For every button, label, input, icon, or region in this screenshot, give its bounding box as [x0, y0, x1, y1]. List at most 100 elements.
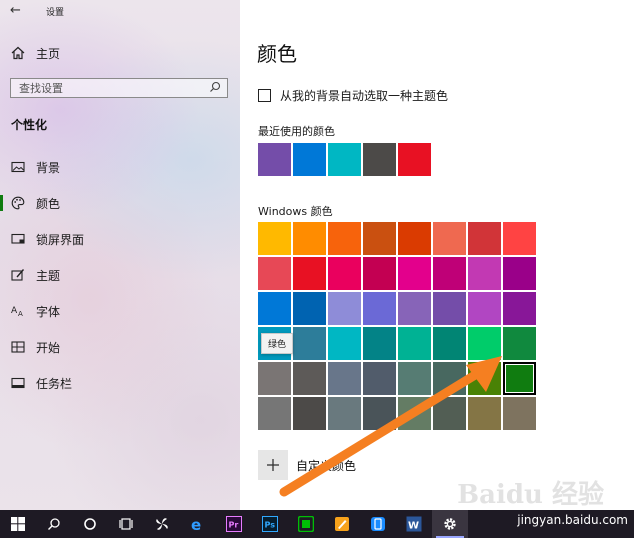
color-swatch[interactable] [258, 292, 291, 325]
search-input[interactable] [11, 79, 204, 97]
start-grid-icon [10, 339, 26, 355]
iqiyi-app-button[interactable] [288, 510, 324, 538]
edge-browser-icon: e [191, 516, 201, 532]
custom-color-option[interactable]: 自定义颜色 [258, 450, 356, 480]
search-icon[interactable] [209, 81, 221, 96]
settings-app-button[interactable] [432, 510, 468, 538]
color-swatch[interactable] [363, 327, 396, 360]
color-swatch[interactable] [398, 257, 431, 290]
color-swatch[interactable] [293, 292, 326, 325]
color-swatch[interactable] [468, 362, 501, 395]
color-swatch[interactable] [503, 257, 536, 290]
color-swatch[interactable] [468, 327, 501, 360]
phone-app-icon [371, 517, 385, 531]
color-swatch[interactable] [328, 292, 361, 325]
color-swatch[interactable] [398, 292, 431, 325]
recent-color-swatch[interactable] [363, 143, 396, 176]
word-app-button[interactable]: W [396, 510, 432, 538]
start-button[interactable] [0, 510, 36, 538]
color-swatch[interactable] [468, 397, 501, 430]
settings-gear-icon [444, 518, 456, 530]
auto-accent-option[interactable]: 从我的背景自动选取一种主题色 [258, 87, 448, 104]
color-swatch[interactable] [328, 327, 361, 360]
plus-icon [267, 459, 279, 471]
pinwheel-app-button[interactable] [144, 510, 180, 538]
color-tooltip: 绿色 [261, 333, 294, 354]
sidebar-item-label: 开始 [36, 340, 61, 355]
color-swatch[interactable] [468, 222, 501, 255]
sidebar-item-background[interactable]: 背景 [0, 152, 240, 182]
color-swatch[interactable] [503, 292, 536, 325]
add-custom-color-button[interactable] [258, 450, 288, 480]
taskbar-search-button[interactable] [36, 510, 72, 538]
recent-color-swatch[interactable] [328, 143, 361, 176]
paint-app-button[interactable] [324, 510, 360, 538]
recent-color-swatch[interactable] [258, 143, 291, 176]
brush-icon [10, 267, 26, 283]
color-swatch[interactable] [398, 362, 431, 395]
sidebar-item-fonts[interactable]: AA 字体 [0, 296, 240, 326]
back-arrow-icon[interactable]: ← [10, 3, 21, 18]
color-swatch[interactable] [328, 362, 361, 395]
color-swatch[interactable] [433, 292, 466, 325]
color-swatch[interactable] [433, 222, 466, 255]
color-swatch[interactable] [503, 397, 536, 430]
auto-accent-checkbox[interactable] [258, 89, 271, 102]
sidebar-item-taskbar[interactable]: 任务栏 [0, 368, 240, 398]
edge-browser-button[interactable]: e [180, 510, 216, 538]
color-swatch[interactable] [433, 397, 466, 430]
color-swatch[interactable] [328, 222, 361, 255]
baidu-watermark: Baidu 经验 [457, 474, 604, 511]
color-swatch[interactable] [503, 327, 536, 360]
svg-text:Pr: Pr [229, 521, 239, 530]
color-swatch[interactable] [398, 327, 431, 360]
page-title: 颜色 [257, 42, 297, 66]
color-swatch[interactable] [363, 222, 396, 255]
sidebar-item-start[interactable]: 开始 [0, 332, 240, 362]
color-swatch[interactable] [258, 397, 291, 430]
color-swatch[interactable] [328, 257, 361, 290]
settings-sidebar: ← 设置 主页 个性化 背景 颜色 锁屏界面 主 [0, 0, 240, 510]
color-swatch[interactable] [258, 362, 291, 395]
sidebar-item-themes[interactable]: 主题 [0, 260, 240, 290]
selected-color-swatch[interactable] [503, 362, 536, 395]
recent-color-swatch[interactable] [398, 143, 431, 176]
task-view-button[interactable] [108, 510, 144, 538]
picture-icon [10, 159, 26, 175]
color-swatch[interactable] [398, 397, 431, 430]
sidebar-item-colors[interactable]: 颜色 [0, 188, 240, 218]
color-swatch[interactable] [363, 362, 396, 395]
sidebar-item-label: 背景 [36, 160, 61, 175]
color-swatch[interactable] [363, 292, 396, 325]
color-swatch[interactable] [293, 257, 326, 290]
color-swatch[interactable] [293, 222, 326, 255]
color-swatch[interactable] [328, 397, 361, 430]
color-swatch[interactable] [433, 327, 466, 360]
premiere-app-button[interactable]: Pr [216, 510, 252, 538]
app-title: 设置 [46, 8, 65, 18]
sidebar-item-label: 颜色 [36, 196, 61, 211]
color-swatch[interactable] [433, 362, 466, 395]
color-swatch[interactable] [363, 397, 396, 430]
cortana-button[interactable] [72, 510, 108, 538]
color-swatch[interactable] [398, 222, 431, 255]
color-swatch[interactable] [293, 327, 326, 360]
search-settings-box[interactable] [10, 78, 228, 98]
color-swatch[interactable] [258, 257, 291, 290]
color-swatch[interactable] [363, 257, 396, 290]
recent-color-swatch[interactable] [293, 143, 326, 176]
color-swatch[interactable] [468, 257, 501, 290]
color-swatch[interactable] [503, 222, 536, 255]
color-swatch[interactable] [433, 257, 466, 290]
color-swatch[interactable] [468, 292, 501, 325]
sidebar-item-lock-screen[interactable]: 锁屏界面 [0, 224, 240, 254]
task-view-icon [119, 518, 133, 530]
photoshop-app-button[interactable]: Ps [252, 510, 288, 538]
word-app-icon: W [406, 516, 422, 532]
lock-screen-icon [10, 231, 26, 247]
color-swatch[interactable] [293, 397, 326, 430]
color-swatch[interactable] [258, 222, 291, 255]
phone-app-button[interactable] [360, 510, 396, 538]
color-swatch[interactable] [293, 362, 326, 395]
nav-home[interactable]: 主页 [0, 38, 240, 68]
